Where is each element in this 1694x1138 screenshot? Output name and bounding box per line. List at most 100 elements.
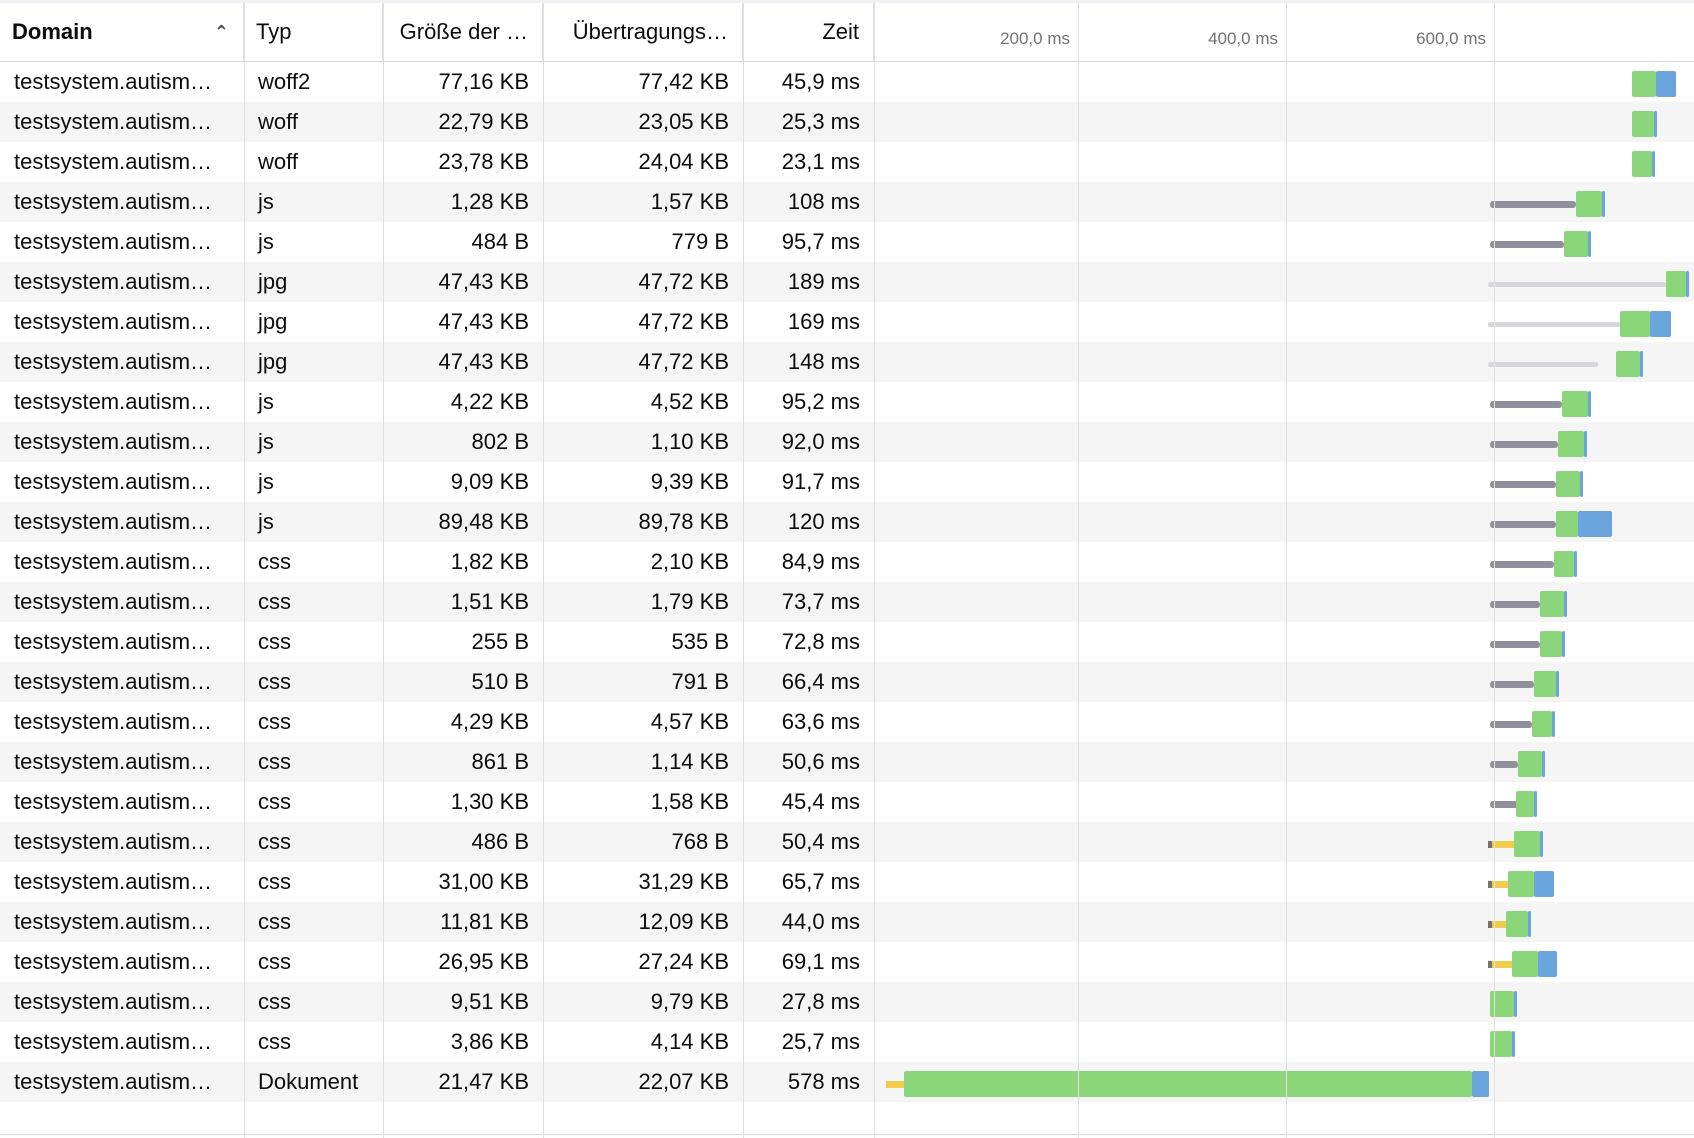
cell-time: 189 ms xyxy=(787,269,860,294)
table-row[interactable]: testsystem.autism… jpg 47,43 KB 47,72 KB 189… xyxy=(0,262,1694,302)
cell-transferred: 12,09 KB xyxy=(638,909,729,934)
table-row[interactable]: testsystem.autism… css 26,95 KB 27,24 KB 69,… xyxy=(0,942,1694,982)
cell-time: 95,7 ms xyxy=(781,229,860,254)
table-row[interactable]: testsystem.autism… css 255 B 535 B 72,8 ms xyxy=(0,622,1694,662)
cell-domain: testsystem.autism… xyxy=(14,589,213,614)
cell-size: 9,09 KB xyxy=(450,469,529,494)
timing-bar-receive xyxy=(1554,551,1574,577)
timing-bar-receive xyxy=(1562,391,1588,417)
table-row[interactable]: testsystem.autism… js 802 B 1,10 KB 92,0 ms xyxy=(0,422,1694,462)
timing-bar-receive xyxy=(1532,711,1552,737)
cell-size: 861 B xyxy=(471,749,530,774)
waterfall-cell xyxy=(874,662,1694,702)
cell-domain: testsystem.autism… xyxy=(14,109,213,134)
table-row[interactable]: testsystem.autism… css 510 B 791 B 66,4 ms xyxy=(0,662,1694,702)
waterfall-cell xyxy=(874,342,1694,382)
table-row[interactable]: testsystem.autism… woff 22,79 KB 23,05 KB 25… xyxy=(0,102,1694,142)
column-divider xyxy=(743,3,744,1138)
cell-domain: testsystem.autism… xyxy=(14,149,213,174)
table-row[interactable]: testsystem.autism… css 4,29 KB 4,57 KB 63,6 … xyxy=(0,702,1694,742)
cell-time: 50,4 ms xyxy=(781,829,860,854)
cell-type: js xyxy=(258,229,274,254)
cell-domain: testsystem.autism… xyxy=(14,69,213,94)
timing-bar-receive xyxy=(1616,351,1640,377)
table-row[interactable]: testsystem.autism… css 9,51 KB 9,79 KB 27,8 … xyxy=(0,982,1694,1022)
table-row[interactable]: testsystem.autism… js 9,09 KB 9,39 KB 91,7 m… xyxy=(0,462,1694,502)
timing-bar-transfer xyxy=(1562,631,1565,657)
cell-transferred: 89,78 KB xyxy=(638,509,729,534)
waterfall-cell xyxy=(874,742,1694,782)
timing-bar-wait xyxy=(1490,401,1562,408)
table-row[interactable]: testsystem.autism… js 4,22 KB 4,52 KB 95,2 m… xyxy=(0,382,1694,422)
table-row[interactable]: testsystem.autism… css 861 B 1,14 KB 50,6 ms xyxy=(0,742,1694,782)
timing-bar-transfer xyxy=(1540,831,1543,857)
column-divider xyxy=(244,3,245,1138)
timing-bar-queue xyxy=(1488,282,1666,287)
table-row[interactable]: testsystem.autism… css 1,30 KB 1,58 KB 45,4 … xyxy=(0,782,1694,822)
timing-bar-wait xyxy=(1490,441,1558,448)
cell-time: 91,7 ms xyxy=(781,469,860,494)
cell-type: woff xyxy=(258,149,298,174)
cell-type: css xyxy=(258,789,291,814)
timing-bar-transfer xyxy=(1686,271,1689,297)
column-header-transferred[interactable]: Übertragungs… xyxy=(543,3,743,61)
cell-size: 47,43 KB xyxy=(438,349,529,374)
waterfall-cell xyxy=(874,422,1694,462)
timing-bar-queue xyxy=(1488,362,1598,367)
table-row[interactable]: testsystem.autism… Dokument 21,47 KB 22,07 … xyxy=(0,1062,1694,1102)
table-row[interactable]: testsystem.autism… js 1,28 KB 1,57 KB 108 ms xyxy=(0,182,1694,222)
cell-type: js xyxy=(258,389,274,414)
table-row[interactable]: testsystem.autism… css 3,86 KB 4,14 KB 25,7 … xyxy=(0,1022,1694,1062)
timing-bar-transfer xyxy=(1640,351,1643,377)
table-row[interactable]: testsystem.autism… css 1,82 KB 2,10 KB 84,9 … xyxy=(0,542,1694,582)
cell-transferred: 23,05 KB xyxy=(638,109,729,134)
cell-transferred: 24,04 KB xyxy=(638,149,729,174)
cell-size: 26,95 KB xyxy=(438,949,529,974)
cell-time: 84,9 ms xyxy=(781,549,860,574)
table-row[interactable]: testsystem.autism… css 1,51 KB 1,79 KB 73,7 … xyxy=(0,582,1694,622)
timing-bar-transfer xyxy=(1602,191,1605,217)
column-header-domain[interactable]: Domain ⌃ xyxy=(0,3,244,61)
cell-type: css xyxy=(258,1029,291,1054)
table-row[interactable]: testsystem.autism… css 486 B 768 B 50,4 ms xyxy=(0,822,1694,862)
cell-transferred: 535 B xyxy=(671,629,730,654)
table-row[interactable]: testsystem.autism… css 31,00 KB 31,29 KB 65,… xyxy=(0,862,1694,902)
timing-bar-receive xyxy=(1540,591,1564,617)
column-header-type[interactable]: Typ xyxy=(244,3,383,61)
cell-size: 11,81 KB xyxy=(440,909,529,934)
cell-transferred: 791 B xyxy=(671,669,730,694)
table-row[interactable]: testsystem.autism… js 89,48 KB 89,78 KB 120 … xyxy=(0,502,1694,542)
timing-bar-wait xyxy=(1490,201,1576,208)
cell-transferred: 768 B xyxy=(671,829,730,854)
cell-size: 21,47 KB xyxy=(438,1069,529,1094)
waterfall-cell xyxy=(874,262,1694,302)
cell-size: 89,48 KB xyxy=(438,509,529,534)
cell-time: 25,7 ms xyxy=(781,1029,860,1054)
table-row[interactable]: testsystem.autism… woff 23,78 KB 24,04 KB 23… xyxy=(0,142,1694,182)
cell-domain: testsystem.autism… xyxy=(14,229,213,254)
cell-transferred: 4,57 KB xyxy=(650,709,729,734)
column-header-domain-label: Domain xyxy=(12,19,93,44)
cell-domain: testsystem.autism… xyxy=(14,349,213,374)
column-header-time[interactable]: Zeit xyxy=(743,3,874,61)
cell-size: 802 B xyxy=(471,429,530,454)
table-row[interactable]: testsystem.autism… jpg 47,43 KB 47,72 KB 169… xyxy=(0,302,1694,342)
table-row[interactable]: testsystem.autism… js 484 B 779 B 95,7 ms xyxy=(0,222,1694,262)
cell-time: 50,6 ms xyxy=(781,749,860,774)
cell-type: css xyxy=(258,589,291,614)
timing-bar-transfer xyxy=(1580,471,1583,497)
timing-bar-wait xyxy=(1490,721,1532,728)
chevron-up-icon: ⌃ xyxy=(213,22,229,42)
cell-domain: testsystem.autism… xyxy=(14,669,213,694)
timing-bar-transfer xyxy=(1552,711,1555,737)
table-row[interactable]: testsystem.autism… woff2 77,16 KB 77,42 KB 4… xyxy=(0,62,1694,102)
timing-bar-transfer xyxy=(1538,951,1557,977)
table-row[interactable]: testsystem.autism… jpg 47,43 KB 47,72 KB 148… xyxy=(0,342,1694,382)
cell-domain: testsystem.autism… xyxy=(14,949,213,974)
cell-time: 45,9 ms xyxy=(781,69,860,94)
timing-bar-receive xyxy=(1514,831,1540,857)
table-row[interactable]: testsystem.autism… css 11,81 KB 12,09 KB 44,… xyxy=(0,902,1694,942)
column-header-size[interactable]: Größe der … xyxy=(383,3,543,61)
timing-bar-transfer xyxy=(1556,671,1559,697)
cell-domain: testsystem.autism… xyxy=(14,549,213,574)
